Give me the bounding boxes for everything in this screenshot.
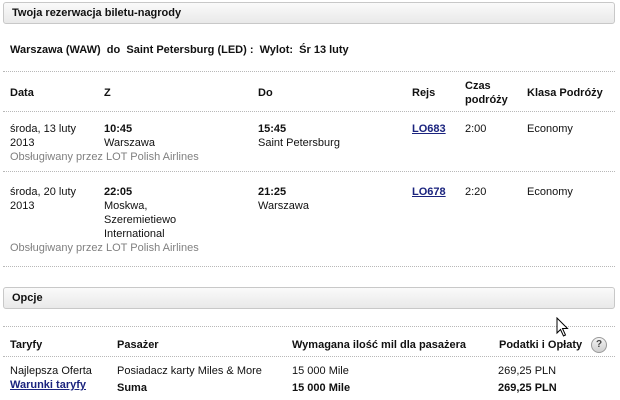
departure-label: Wylot: — [259, 44, 294, 56]
flight-number-link[interactable]: LO678 — [412, 186, 446, 198]
total-label: Suma — [117, 382, 147, 394]
tariff-terms-link[interactable]: Warunki taryfy — [10, 379, 86, 391]
route-summary: Warszawa (WAW) do Saint Petersburg (LED)… — [10, 44, 349, 56]
flight-date: środa, 20 luty — [10, 186, 77, 198]
route-to: Saint Petersburg (LED) : — [126, 44, 254, 56]
help-icon[interactable]: ? — [591, 337, 607, 353]
divider — [3, 171, 615, 172]
total-miles: 15 000 Mile — [292, 382, 351, 394]
divider — [3, 111, 615, 112]
col-header-to: Do — [258, 87, 273, 99]
reservation-title: Twoja rezerwacja biletu-nagrody — [12, 7, 182, 19]
operated-by: Obsługiwany przez LOT Polish Airlines — [10, 151, 199, 163]
col-header-taxes: Podatki i Opłaty — [499, 339, 583, 351]
flight-year: 2013 — [10, 200, 35, 212]
col-header-from: Z — [104, 87, 111, 99]
divider — [3, 71, 615, 72]
col-header-date: Data — [10, 87, 34, 99]
total-taxes: 269,25 PLN — [498, 382, 557, 394]
col-header-class: Klasa Podróży — [527, 87, 603, 99]
travel-class: Economy — [527, 123, 573, 135]
operated-by: Obsługiwany przez LOT Polish Airlines — [10, 242, 199, 254]
departure-city: Moskwa, — [104, 200, 148, 212]
flight-year: 2013 — [10, 137, 35, 149]
divider — [3, 266, 615, 267]
col-header-duration-1: Czas — [465, 80, 491, 92]
departure-city: Szeremietiewo — [104, 214, 177, 226]
flight-duration: 2:20 — [465, 186, 487, 198]
col-header-passenger: Pasażer — [117, 339, 159, 351]
col-header-miles: Wymagana ilość mil dla pasażera — [292, 339, 467, 351]
miles-required: 15 000 Mile — [292, 365, 349, 377]
divider — [3, 326, 615, 327]
passenger-type: Posiadacz karty Miles & More — [117, 365, 262, 377]
arrival-time: 15:45 — [258, 123, 287, 135]
options-title: Opcje — [12, 292, 43, 304]
arrival-city: Warszawa — [258, 200, 309, 212]
divider — [3, 356, 615, 357]
arrival-time: 21:25 — [258, 186, 287, 198]
taxes-amount: 269,25 PLN — [498, 365, 557, 377]
col-header-tariffs: Taryfy — [10, 339, 43, 351]
departure-time: 10:45 — [104, 123, 133, 135]
arrival-city: Saint Petersburg — [258, 137, 340, 149]
flight-number-link[interactable]: LO683 — [412, 123, 446, 135]
options-section-header: Opcje — [3, 287, 615, 309]
mouse-pointer-icon — [556, 317, 569, 337]
flight-date: środa, 13 luty — [10, 123, 77, 135]
travel-class: Economy — [527, 186, 573, 198]
route-to-word: do — [106, 44, 121, 56]
departure-city: Warszawa — [104, 137, 155, 149]
reservation-section-header: Twoja rezerwacja biletu-nagrody — [3, 2, 615, 24]
flight-duration: 2:00 — [465, 123, 487, 135]
col-header-duration-2: podróży — [465, 94, 508, 106]
col-header-flight: Rejs — [412, 87, 436, 99]
tariff-name: Najlepsza Oferta — [10, 365, 92, 377]
departure-city: International — [104, 228, 165, 240]
departure-value: Śr 13 luty — [299, 44, 349, 56]
departure-time: 22:05 — [104, 186, 133, 198]
route-from: Warszawa (WAW) — [10, 44, 101, 56]
